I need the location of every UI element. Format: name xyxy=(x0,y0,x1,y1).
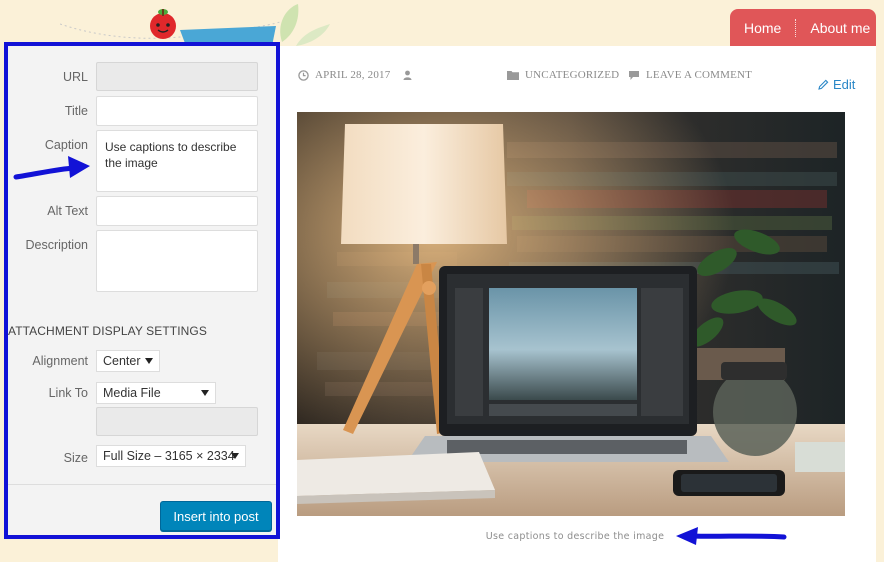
url-label: URL xyxy=(62,70,88,84)
arrow-right-icon xyxy=(13,156,90,180)
insert-into-post-button[interactable]: Insert into post xyxy=(160,501,272,531)
link-url-input[interactable] xyxy=(96,407,258,436)
size-select[interactable]: Full Size – 3165 × 2334 xyxy=(96,445,246,467)
arrow-left-icon xyxy=(676,527,787,545)
caption-label: Caption xyxy=(44,138,88,152)
size-label: Size xyxy=(63,451,88,465)
alt-text-input[interactable] xyxy=(96,196,258,226)
alignment-select-value: Center xyxy=(103,354,141,368)
image-caption-text: Use captions to describe the image xyxy=(485,531,665,542)
leave-comment-link[interactable]: LEAVE A COMMENT xyxy=(646,69,752,81)
title-label: Title xyxy=(64,104,88,118)
caret-down-icon xyxy=(231,453,239,459)
post-category-text[interactable]: UNCATEGORIZED xyxy=(525,69,619,81)
post-image-laptop-desk[interactable] xyxy=(297,112,845,516)
title-input[interactable] xyxy=(96,96,258,126)
post-author xyxy=(403,68,418,82)
link-to-label: Link To xyxy=(48,386,88,400)
user-icon[interactable] xyxy=(403,70,412,80)
description-label: Description xyxy=(25,238,88,252)
link-to-select[interactable]: Media File xyxy=(96,382,216,404)
comment-icon xyxy=(629,70,639,80)
edit-link[interactable]: Edit xyxy=(818,77,855,92)
alignment-label: Alignment xyxy=(32,354,88,368)
edit-link-text: Edit xyxy=(833,77,856,92)
description-textarea[interactable] xyxy=(96,230,258,292)
post-category: UNCATEGORIZED xyxy=(507,68,619,82)
post-comment: LEAVE A COMMENT xyxy=(628,68,752,82)
link-to-select-value: Media File xyxy=(103,386,161,400)
caret-down-icon xyxy=(201,390,209,396)
alignment-select[interactable]: Center xyxy=(96,350,160,372)
attachment-details-panel: URL Title Caption Use captions to descri… xyxy=(4,42,280,539)
top-navigation: Home About me xyxy=(730,9,876,46)
caret-down-icon xyxy=(145,358,153,364)
apple-mascot-icon xyxy=(150,9,176,39)
folder-icon xyxy=(507,71,519,80)
size-select-value: Full Size – 3165 × 2334 xyxy=(103,449,235,463)
post-date: APRIL 28, 2017 xyxy=(298,68,390,82)
pencil-icon xyxy=(818,79,829,90)
url-input[interactable] xyxy=(96,62,258,91)
nav-about-link[interactable]: About me xyxy=(796,20,884,36)
display-settings-heading: ATTACHMENT DISPLAY SETTINGS xyxy=(8,324,207,338)
leaf-decoration xyxy=(280,4,330,46)
post-date-text[interactable]: APRIL 28, 2017 xyxy=(315,69,390,81)
nav-home-link[interactable]: Home xyxy=(730,20,795,36)
laptop-desk-photo xyxy=(297,112,845,516)
alt-text-label: Alt Text xyxy=(47,204,88,218)
caption-textarea[interactable]: Use captions to describe the image xyxy=(96,130,258,192)
clock-icon xyxy=(298,69,309,81)
panel-footer: Insert into post xyxy=(8,484,276,535)
